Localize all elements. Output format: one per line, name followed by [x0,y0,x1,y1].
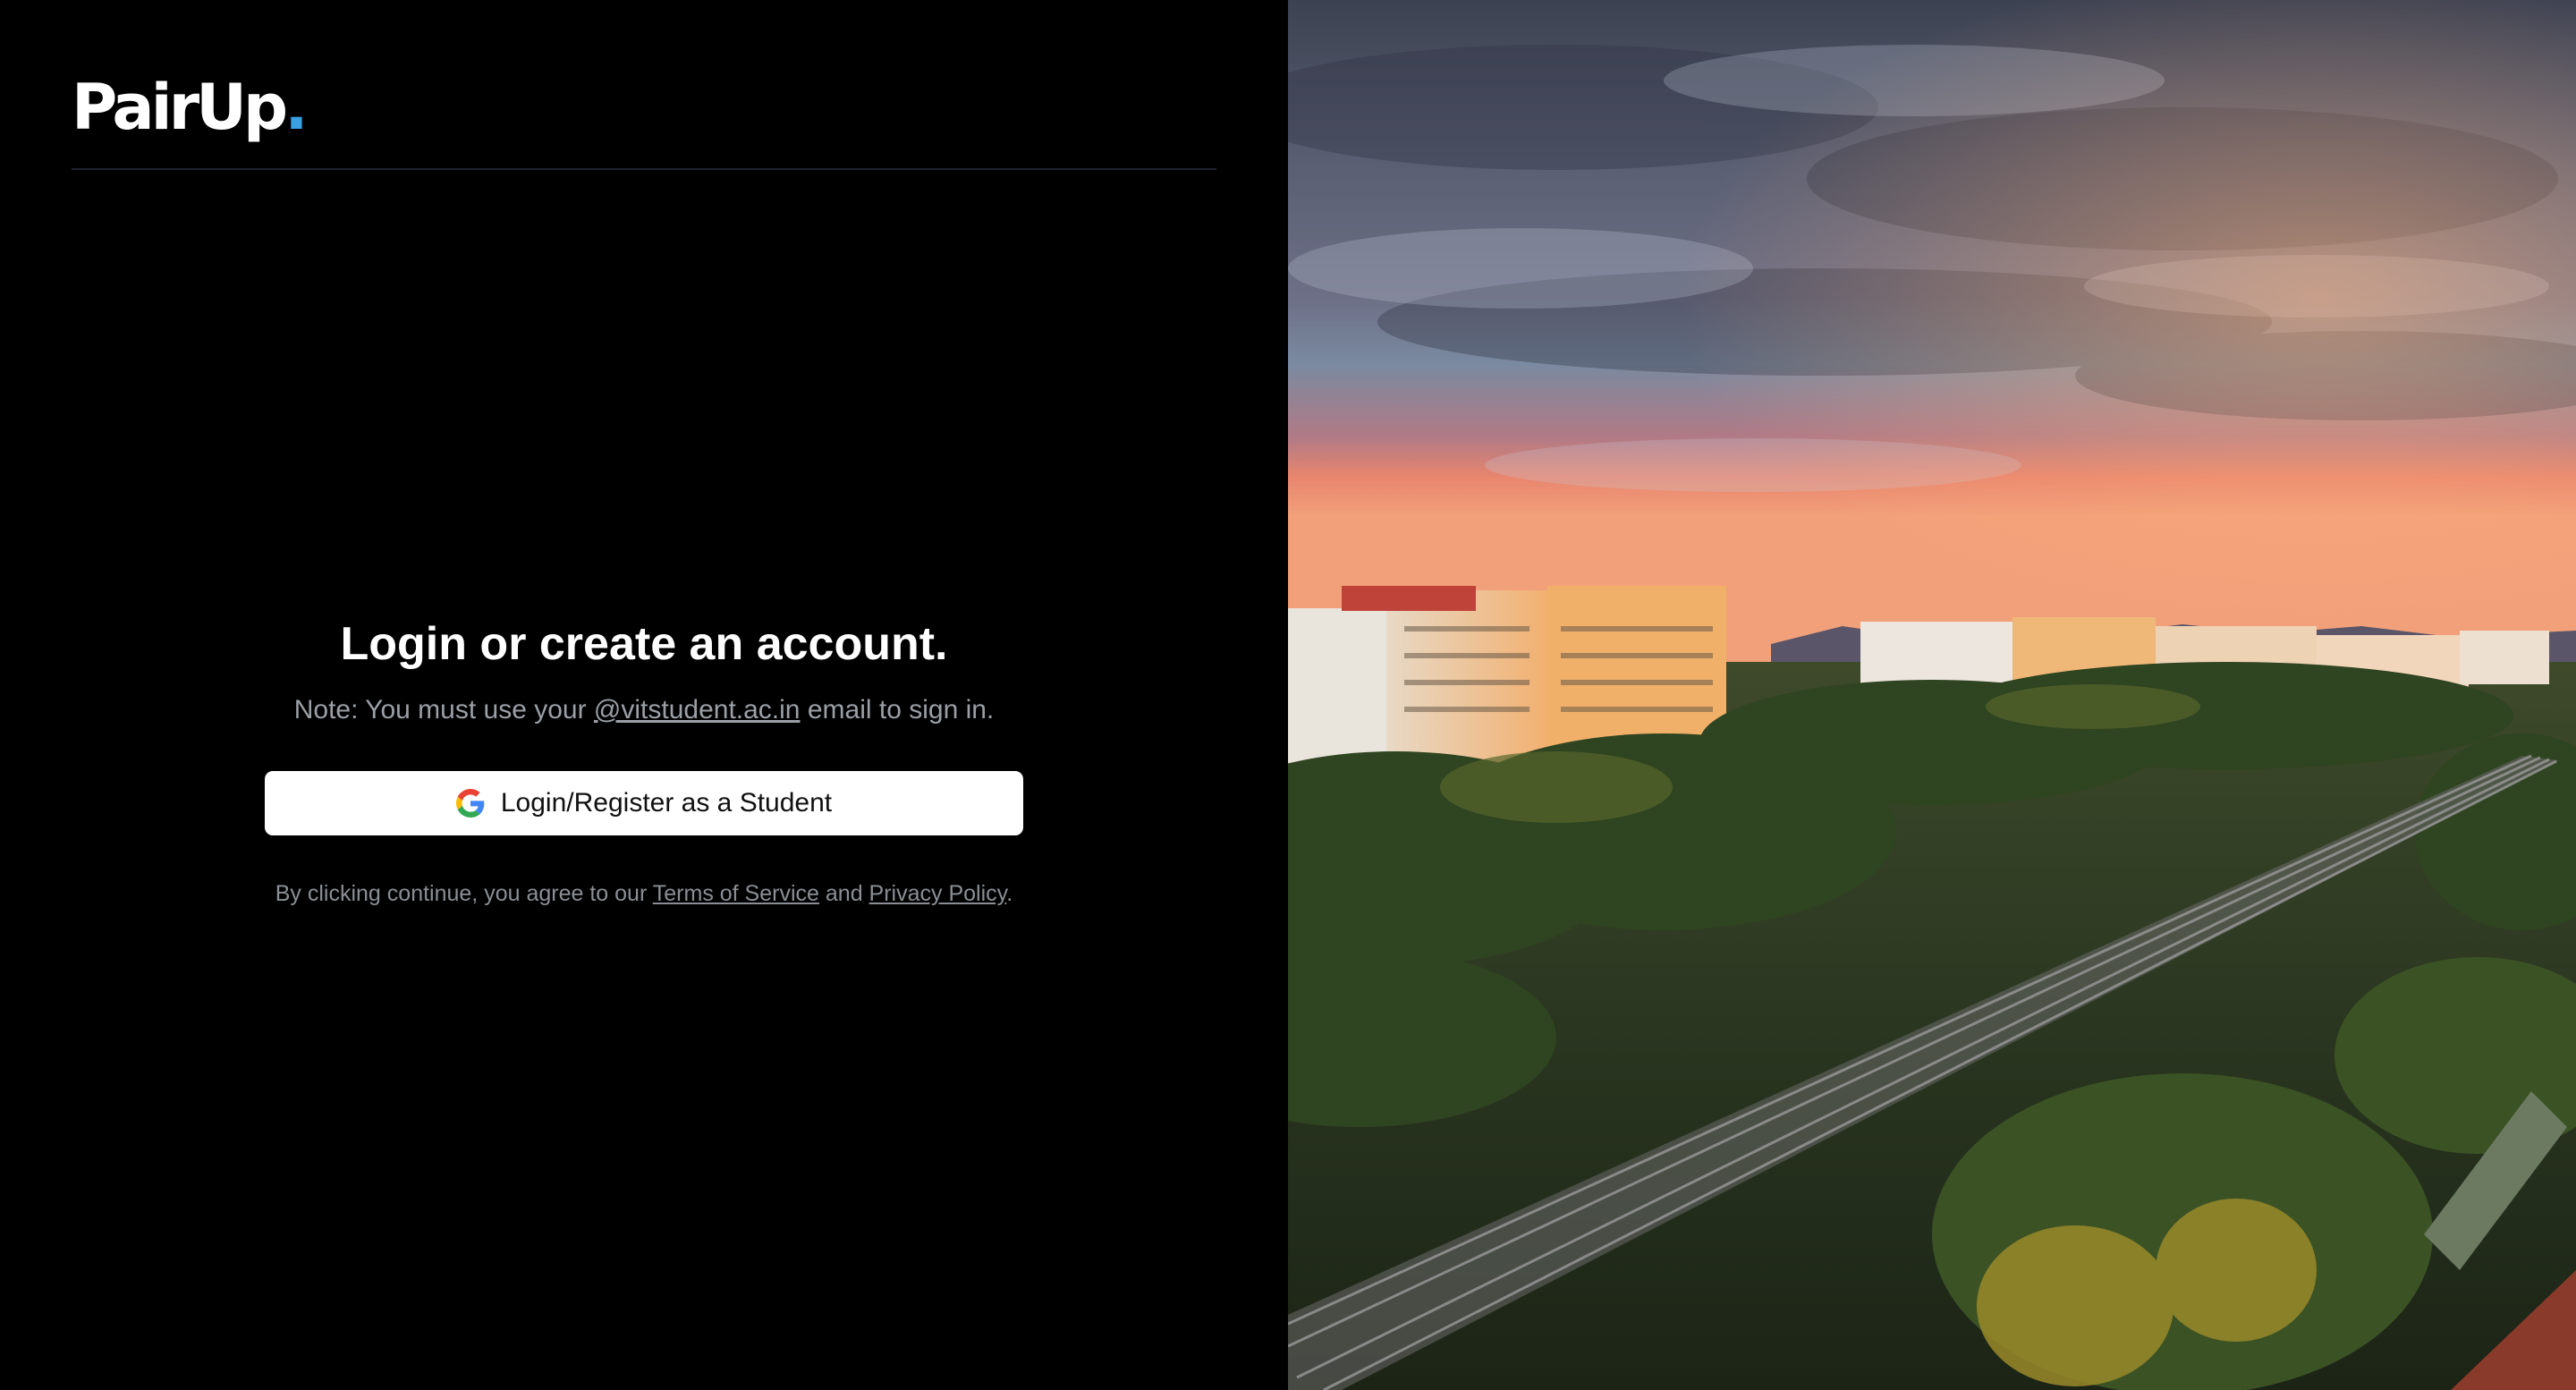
login-page: PairUp. Login or create an account. Note… [0,0,2576,1390]
login-form: Login or create an account. Note: You mu… [0,608,1288,909]
privacy-policy-link[interactable]: Privacy Policy [869,881,1007,906]
brand-dot: . [284,71,309,144]
email-domain-link[interactable]: @vitstudent.ac.in [594,695,801,725]
google-icon [455,789,485,818]
legal-suffix: . [1006,881,1013,906]
brand-name: PairUp [72,71,288,144]
campus-photo [1288,0,2576,1390]
email-note-suffix: email to sign in. [800,695,995,725]
login-heading: Login or create an account. [340,618,948,670]
legal-notice: By clicking continue, you agree to our T… [0,878,1288,909]
header-divider [72,168,1216,170]
legal-prefix: By clicking continue, you agree to our [275,881,653,906]
email-note: Note: You must use your @vitstudent.ac.i… [0,692,1288,728]
legal-and: and [818,881,869,906]
google-login-button-label: Login/Register as a Student [500,788,833,818]
email-note-prefix: Note: You must use your [293,695,594,725]
terms-of-service-link[interactable]: Terms of Service [653,881,819,906]
google-login-button[interactable]: Login/Register as a Student [265,771,1023,835]
login-panel: PairUp. Login or create an account. Note… [0,0,1288,1390]
brand-logo[interactable]: PairUp. [72,71,309,144]
